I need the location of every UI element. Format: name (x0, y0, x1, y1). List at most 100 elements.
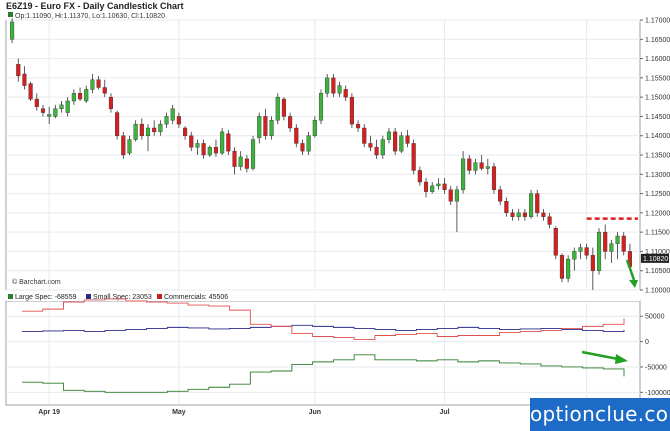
candle-body (22, 73, 27, 86)
candle-body (40, 108, 46, 113)
month-label: Jun (309, 409, 321, 416)
candle-body (176, 116, 181, 125)
ohlc-marker (8, 12, 13, 17)
candle-body (312, 120, 317, 136)
candle-body (275, 96, 280, 121)
candle-body (53, 108, 58, 117)
candle-body (195, 143, 200, 148)
candle-body (516, 212, 521, 217)
candle-body (65, 100, 70, 113)
candle-body (133, 123, 138, 140)
candle-body (368, 143, 373, 148)
cot-tick-label: -50000 (645, 364, 667, 371)
candle-body (559, 255, 565, 279)
candle-body (226, 133, 231, 152)
candle-body (201, 143, 206, 156)
price-tick-label: 1.11500 (645, 230, 670, 237)
candle-body (479, 162, 484, 169)
candle-body (152, 127, 157, 133)
candle-body (572, 251, 577, 260)
candle-body (380, 139, 385, 156)
price-tick-label: 1.12000 (645, 210, 670, 217)
price-tick-label: 1.15000 (645, 95, 670, 102)
candle-body (183, 127, 188, 136)
candle-body (59, 104, 64, 109)
chart-title: E6Z19 - Euro FX - Daily Candlestick Char… (6, 1, 184, 11)
candle-body (590, 255, 595, 271)
candle-body (553, 228, 558, 256)
candle-body (121, 135, 126, 156)
chart-root: E6Z19 - Euro FX - Daily Candlestick Char… (5, 1, 670, 416)
candle-body (145, 127, 151, 136)
candle-body (522, 212, 527, 217)
candle-body (257, 116, 262, 138)
candle-body (596, 231, 602, 271)
candle-body (362, 127, 367, 144)
candle-body (238, 156, 243, 167)
cot-legend: Large Spec: -68559 Small Spec: 23053 Com… (8, 294, 228, 301)
candle-body (405, 135, 410, 144)
candle-body (263, 116, 268, 136)
candle-body (47, 114, 52, 117)
candle-body (374, 147, 379, 156)
candle-body (90, 79, 95, 90)
candle-body (281, 98, 286, 117)
candle-body (498, 189, 503, 202)
month-label: Jul (440, 409, 450, 416)
candle-body (269, 120, 274, 136)
candle-body (108, 96, 113, 109)
price-axis: 1.100001.105001.110001.115001.120001.125… (640, 18, 670, 295)
candle-body (244, 158, 249, 169)
candle-body (399, 135, 404, 152)
candle-body (349, 96, 354, 125)
candle-body (621, 235, 626, 252)
candle-body (84, 89, 89, 102)
candle-body (393, 131, 398, 152)
candle-body (325, 77, 330, 94)
candle-body (603, 231, 608, 252)
candle-body (473, 162, 478, 171)
legend-large-spec: Large Spec: -68559 (15, 294, 77, 301)
candle-body (139, 123, 144, 136)
candle-body (306, 135, 311, 152)
candle-body (250, 139, 256, 169)
candle-body (467, 158, 472, 171)
candle-body (442, 183, 447, 190)
candle-body (77, 93, 83, 100)
cot-tick-label: 0 (645, 339, 649, 346)
price-tick-label: 1.12500 (645, 191, 670, 198)
candle-body (485, 166, 490, 169)
candle-body (34, 98, 39, 107)
candle-body (16, 64, 21, 77)
candle-body (28, 83, 33, 100)
candle-body (158, 123, 163, 133)
candle-body (96, 79, 101, 88)
candle-body (541, 212, 546, 217)
price-tick-label: 1.16500 (645, 37, 670, 44)
candle-body (491, 166, 497, 190)
price-tick-label: 1.13500 (645, 153, 670, 160)
last-price-tag: 1.10820 (641, 253, 669, 263)
price-tick-label: 1.14000 (645, 133, 670, 140)
candle-body (386, 131, 392, 140)
candle-body (461, 158, 466, 190)
candle-body (102, 87, 107, 94)
month-label: Apr 19 (38, 409, 60, 416)
candle-body (71, 93, 76, 102)
candle-body (331, 77, 336, 94)
candle-body (189, 135, 194, 148)
candle-body (318, 93, 324, 121)
candle-body (10, 21, 15, 40)
candle-body (529, 193, 534, 217)
candle-body (504, 201, 509, 214)
candle-body (510, 212, 515, 217)
cot-tick-label: -100000 (645, 390, 670, 397)
candle-body (294, 127, 299, 144)
candle-body (337, 85, 342, 94)
candle-body (411, 143, 416, 171)
cot-tick-label: 50000 (645, 314, 665, 321)
candle-body (207, 147, 212, 156)
legend-commercials: Commercials: 45506 (164, 294, 228, 301)
candle-body (566, 258, 571, 279)
price-tick-label: 1.14500 (645, 114, 670, 121)
